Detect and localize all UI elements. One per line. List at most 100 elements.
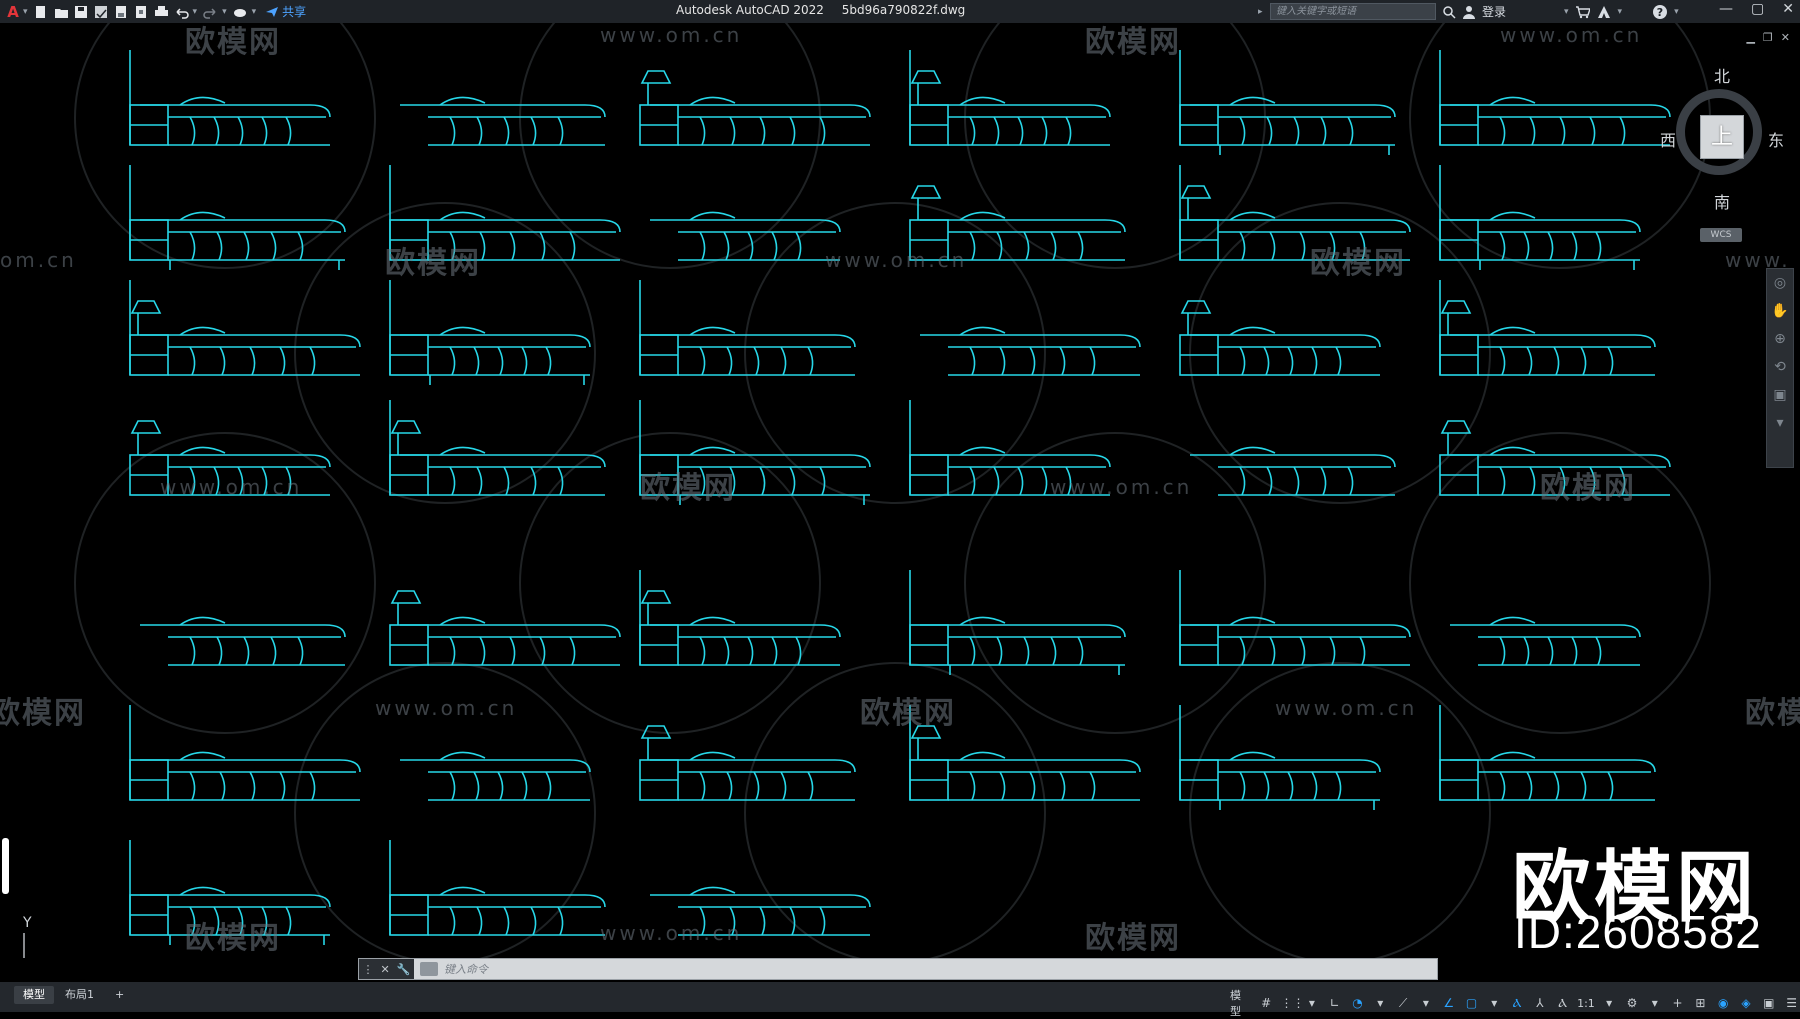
search-icon-group: 登录 xyxy=(1442,2,1506,21)
status-bar-tools: 模型 # ⋮⋮ ▾ ∟ ◔ ▾ ⟋ ▾ ∠ ▢ ▾ Ⲁ ⅄ Ⲁ 1:1 ▾ ⚙ … xyxy=(1230,987,1800,1019)
bed-elevation xyxy=(1179,300,1381,376)
login-caret-icon[interactable]: ▾ xyxy=(1564,7,1569,17)
ortho-icon[interactable]: ∟ xyxy=(1326,995,1343,1012)
customization-icon[interactable]: ☰ xyxy=(1783,995,1800,1012)
wcs-menu[interactable]: WCS xyxy=(1700,228,1742,242)
watermark-circles xyxy=(74,23,1711,958)
cart-icon[interactable] xyxy=(1575,5,1590,19)
drawing-restore-icon[interactable]: ❐ xyxy=(1763,31,1773,44)
watermark-brand: 欧模网 xyxy=(1085,25,1181,60)
zoom-icon[interactable]: ⊕ xyxy=(1767,325,1793,353)
plot-icon[interactable] xyxy=(153,3,170,20)
clean-screen-icon[interactable]: ▣ xyxy=(1760,995,1777,1012)
watermark-brand: 欧模网 xyxy=(640,471,736,506)
canvas-scroll-marker[interactable] xyxy=(2,838,9,894)
watermark-brand: 欧模网 xyxy=(1540,471,1636,506)
object-snap-icon[interactable]: ▢ xyxy=(1463,995,1480,1012)
undo-caret-icon[interactable]: ▾ xyxy=(193,7,198,17)
undo-icon[interactable] xyxy=(173,3,190,20)
login-button[interactable]: 登录 xyxy=(1482,3,1506,20)
compass-east[interactable]: 东 xyxy=(1768,127,1784,151)
open-folder-icon[interactable] xyxy=(53,3,70,20)
workspace-caret-icon[interactable]: ▾ xyxy=(252,7,257,17)
workspace-switch-icon[interactable]: ⚙ xyxy=(1624,995,1641,1012)
autocad-logo-icon[interactable]: A xyxy=(6,3,20,21)
share-button[interactable]: 共享 xyxy=(265,3,306,20)
maximize-icon[interactable]: ▢ xyxy=(1751,1,1764,17)
command-grip-icon[interactable]: ⋮ xyxy=(363,963,374,976)
workspace-caret-icon[interactable]: ▾ xyxy=(1646,995,1663,1012)
viewcube-top-face[interactable]: 上 xyxy=(1700,115,1744,159)
app-title: Autodesk AutoCAD 2022 xyxy=(676,3,824,17)
annotation-scale-icon[interactable]: Ⲁ xyxy=(1554,995,1571,1012)
pan-icon[interactable]: ✋ xyxy=(1767,297,1793,325)
navbar-options-icon[interactable]: ▾ xyxy=(1767,409,1793,437)
showmotion-icon[interactable]: ▣ xyxy=(1767,381,1793,409)
redo-icon[interactable] xyxy=(202,3,219,20)
save-web-icon[interactable] xyxy=(133,3,150,20)
account-caret-icon[interactable]: ▾ xyxy=(1618,7,1623,17)
viewcube[interactable]: 上 北 南 东 西 xyxy=(1660,63,1784,213)
compass-west[interactable]: 西 xyxy=(1660,127,1676,151)
recent-commands-icon[interactable] xyxy=(420,962,438,976)
auto-scale-icon[interactable]: ⅄ xyxy=(1532,995,1549,1012)
close-icon[interactable]: ✕ xyxy=(1782,1,1794,17)
window-title: Autodesk AutoCAD 2022 5bd96a790822f.dwg xyxy=(676,3,979,17)
workspace-icon[interactable] xyxy=(232,3,249,20)
redo-caret-icon[interactable]: ▾ xyxy=(222,7,227,17)
object-snap-caret-icon[interactable]: ▾ xyxy=(1486,995,1503,1012)
hardware-acceleration-icon[interactable]: ◈ xyxy=(1738,995,1755,1012)
minimize-icon[interactable]: — xyxy=(1719,1,1733,17)
isodraft-caret-icon[interactable]: ▾ xyxy=(1418,995,1435,1012)
drawing-canvas[interactable]: 欧模网 www.om.cn 欧模网 www.om.cn om.cn 欧模网 ww… xyxy=(0,23,1800,958)
object-snap-tracking-icon[interactable]: ∠ xyxy=(1440,995,1457,1012)
save-as-icon[interactable] xyxy=(93,3,110,20)
search-icon[interactable] xyxy=(1442,5,1456,19)
command-line[interactable]: ⋮ ✕ 🔧 键入命令 xyxy=(358,958,1438,980)
snap-icon[interactable]: ⋮⋮ xyxy=(1281,995,1305,1012)
bed-elevation xyxy=(1439,50,1671,146)
compass-south[interactable]: 南 xyxy=(1714,189,1730,213)
units-icon[interactable]: ⊞ xyxy=(1692,995,1709,1012)
command-input[interactable]: 键入命令 xyxy=(438,961,488,977)
app-menu-caret-icon[interactable]: ▾ xyxy=(23,7,28,17)
tab-layout1[interactable]: 布局1 xyxy=(56,986,103,1004)
user-icon[interactable] xyxy=(1462,5,1476,19)
watermark-brand: 欧模网 xyxy=(860,696,956,731)
new-file-icon[interactable] xyxy=(33,3,50,20)
annotation-visibility-icon[interactable]: Ⲁ xyxy=(1509,995,1526,1012)
drawing-close-icon[interactable]: ✕ xyxy=(1781,31,1790,44)
orbit-icon[interactable]: ⟲ xyxy=(1767,353,1793,381)
search-expand-icon[interactable]: ▸ xyxy=(1258,2,1263,21)
add-layout-button[interactable]: + xyxy=(106,986,133,1004)
bed-elevation xyxy=(389,400,606,496)
bed-elevation xyxy=(400,96,606,146)
isodraft-icon[interactable]: ⟋ xyxy=(1395,995,1412,1012)
help-icon[interactable]: ? xyxy=(1652,4,1668,20)
watermark-brand: 欧模网 xyxy=(1310,246,1406,281)
model-space-button[interactable]: 模型 xyxy=(1230,987,1252,1019)
command-customize-icon[interactable]: 🔧 xyxy=(397,963,411,976)
compass-north[interactable]: 北 xyxy=(1714,63,1730,87)
bed-elevation xyxy=(140,616,346,666)
command-close-icon[interactable]: ✕ xyxy=(381,963,390,976)
autodesk-account-icon[interactable] xyxy=(1596,5,1612,19)
open-web-icon[interactable] xyxy=(113,3,130,20)
grid-icon[interactable]: # xyxy=(1258,995,1275,1012)
polar-tracking-icon[interactable]: ◔ xyxy=(1349,995,1366,1012)
snap-caret-icon[interactable]: ▾ xyxy=(1304,995,1321,1012)
save-icon[interactable] xyxy=(73,3,90,20)
share-label: 共享 xyxy=(282,5,307,19)
polar-caret-icon[interactable]: ▾ xyxy=(1372,995,1389,1012)
help-caret-icon[interactable]: ▾ xyxy=(1674,7,1679,17)
annotation-scale-value[interactable]: 1:1 xyxy=(1577,997,1595,1010)
scale-caret-icon[interactable]: ▾ xyxy=(1601,995,1618,1012)
bed-elevation xyxy=(129,280,361,376)
search-input[interactable]: 键入关键字或短语 xyxy=(1270,3,1436,20)
drawing-minimize-icon[interactable]: ▁ xyxy=(1746,31,1754,44)
steeringwheel-icon[interactable]: ◎ xyxy=(1767,269,1793,297)
tab-model[interactable]: 模型 xyxy=(14,986,54,1004)
isolate-objects-icon[interactable]: ◉ xyxy=(1715,995,1732,1012)
annotation-monitor-icon[interactable]: + xyxy=(1669,995,1686,1012)
bed-elevation xyxy=(1439,280,1656,376)
